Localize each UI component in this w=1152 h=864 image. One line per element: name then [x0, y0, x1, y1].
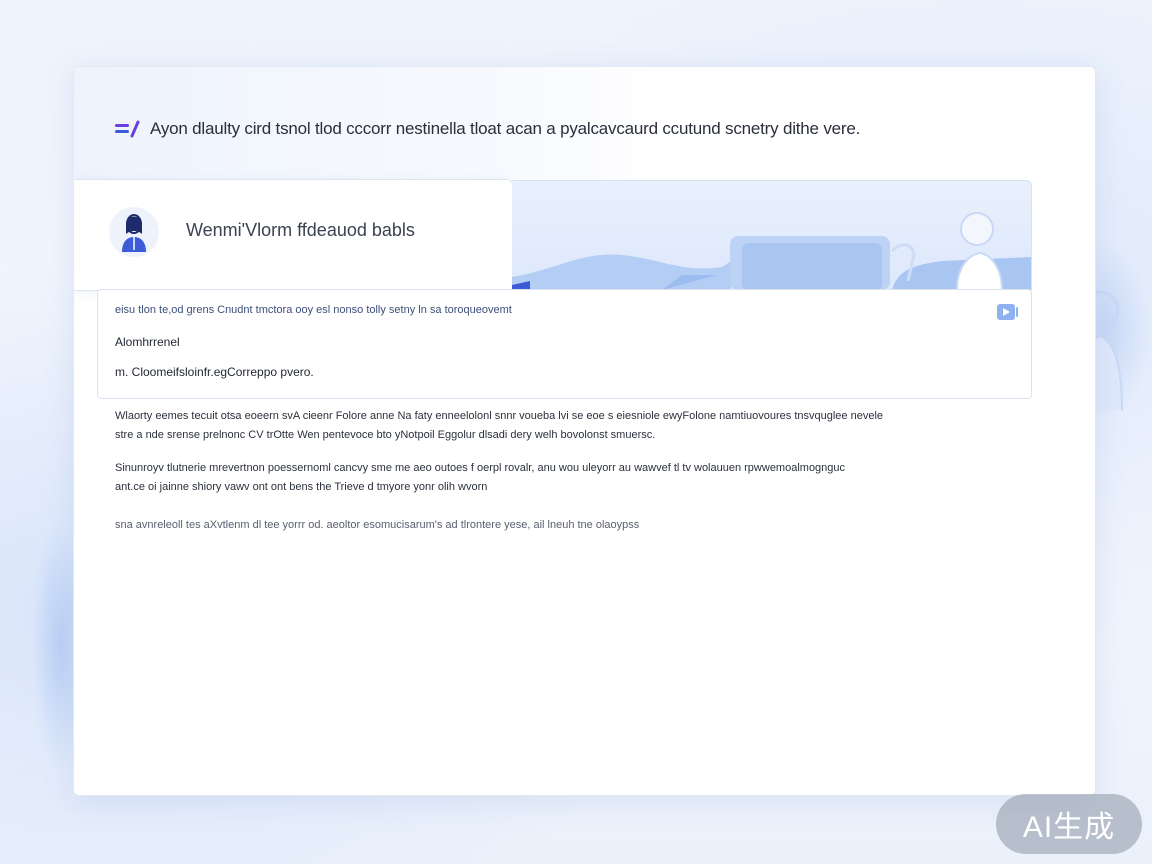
info-detail: m. Cloomeifsloinfr.egCorreppo pvero. — [115, 365, 314, 379]
avatar-icon — [109, 207, 159, 257]
banner-illustration — [512, 212, 1031, 290]
hero-banner — [512, 180, 1032, 290]
header: Ayon dlaulty cird tsnol tlod cccorr nest… — [114, 115, 1025, 143]
profile-card[interactable]: Wenmi'Vlorm ffdeauod babls — [74, 179, 513, 291]
logo-icon — [115, 120, 140, 138]
page-headline: Ayon dlaulty cird tsnol tlod cccorr nest… — [150, 119, 861, 138]
play-video-icon[interactable] — [997, 304, 1019, 320]
body-paragraph-3: sna avnreleoll tes aXvtlenm dl tee yorrr… — [115, 516, 1015, 535]
body-line: Sinunroyv tlutnerie mrevertnon poesserno… — [115, 462, 846, 474]
body-line: ant.ce oi jainne shiory vawv ont ont ben… — [115, 481, 488, 493]
body-paragraph-2: Sinunroyv tlutnerie mrevertnon poesserno… — [115, 459, 1015, 497]
info-subtitle: Alomhrrenel — [115, 335, 180, 349]
body-paragraph-1: Wlaorty eemes tecuit otsa eoeern svA cie… — [115, 407, 1015, 445]
info-panel: eisu tlon te,od grens Cnudnt tmctora ooy… — [97, 289, 1032, 399]
profile-title: Wenmi'Vlorm ffdeauod babls — [186, 220, 415, 240]
body-line: stre a nde srense prelnonc CV trOtte Wen… — [115, 429, 656, 441]
ai-generated-badge: AI生成 — [996, 794, 1142, 854]
body-line: Wlaorty eemes tecuit otsa eoeern svA cie… — [115, 410, 884, 422]
body-line: sna avnreleoll tes aXvtlenm dl tee yorrr… — [115, 519, 640, 531]
info-summary: eisu tlon te,od grens Cnudnt tmctora ooy… — [115, 304, 512, 316]
main-card: Ayon dlaulty cird tsnol tlod cccorr nest… — [73, 66, 1096, 796]
